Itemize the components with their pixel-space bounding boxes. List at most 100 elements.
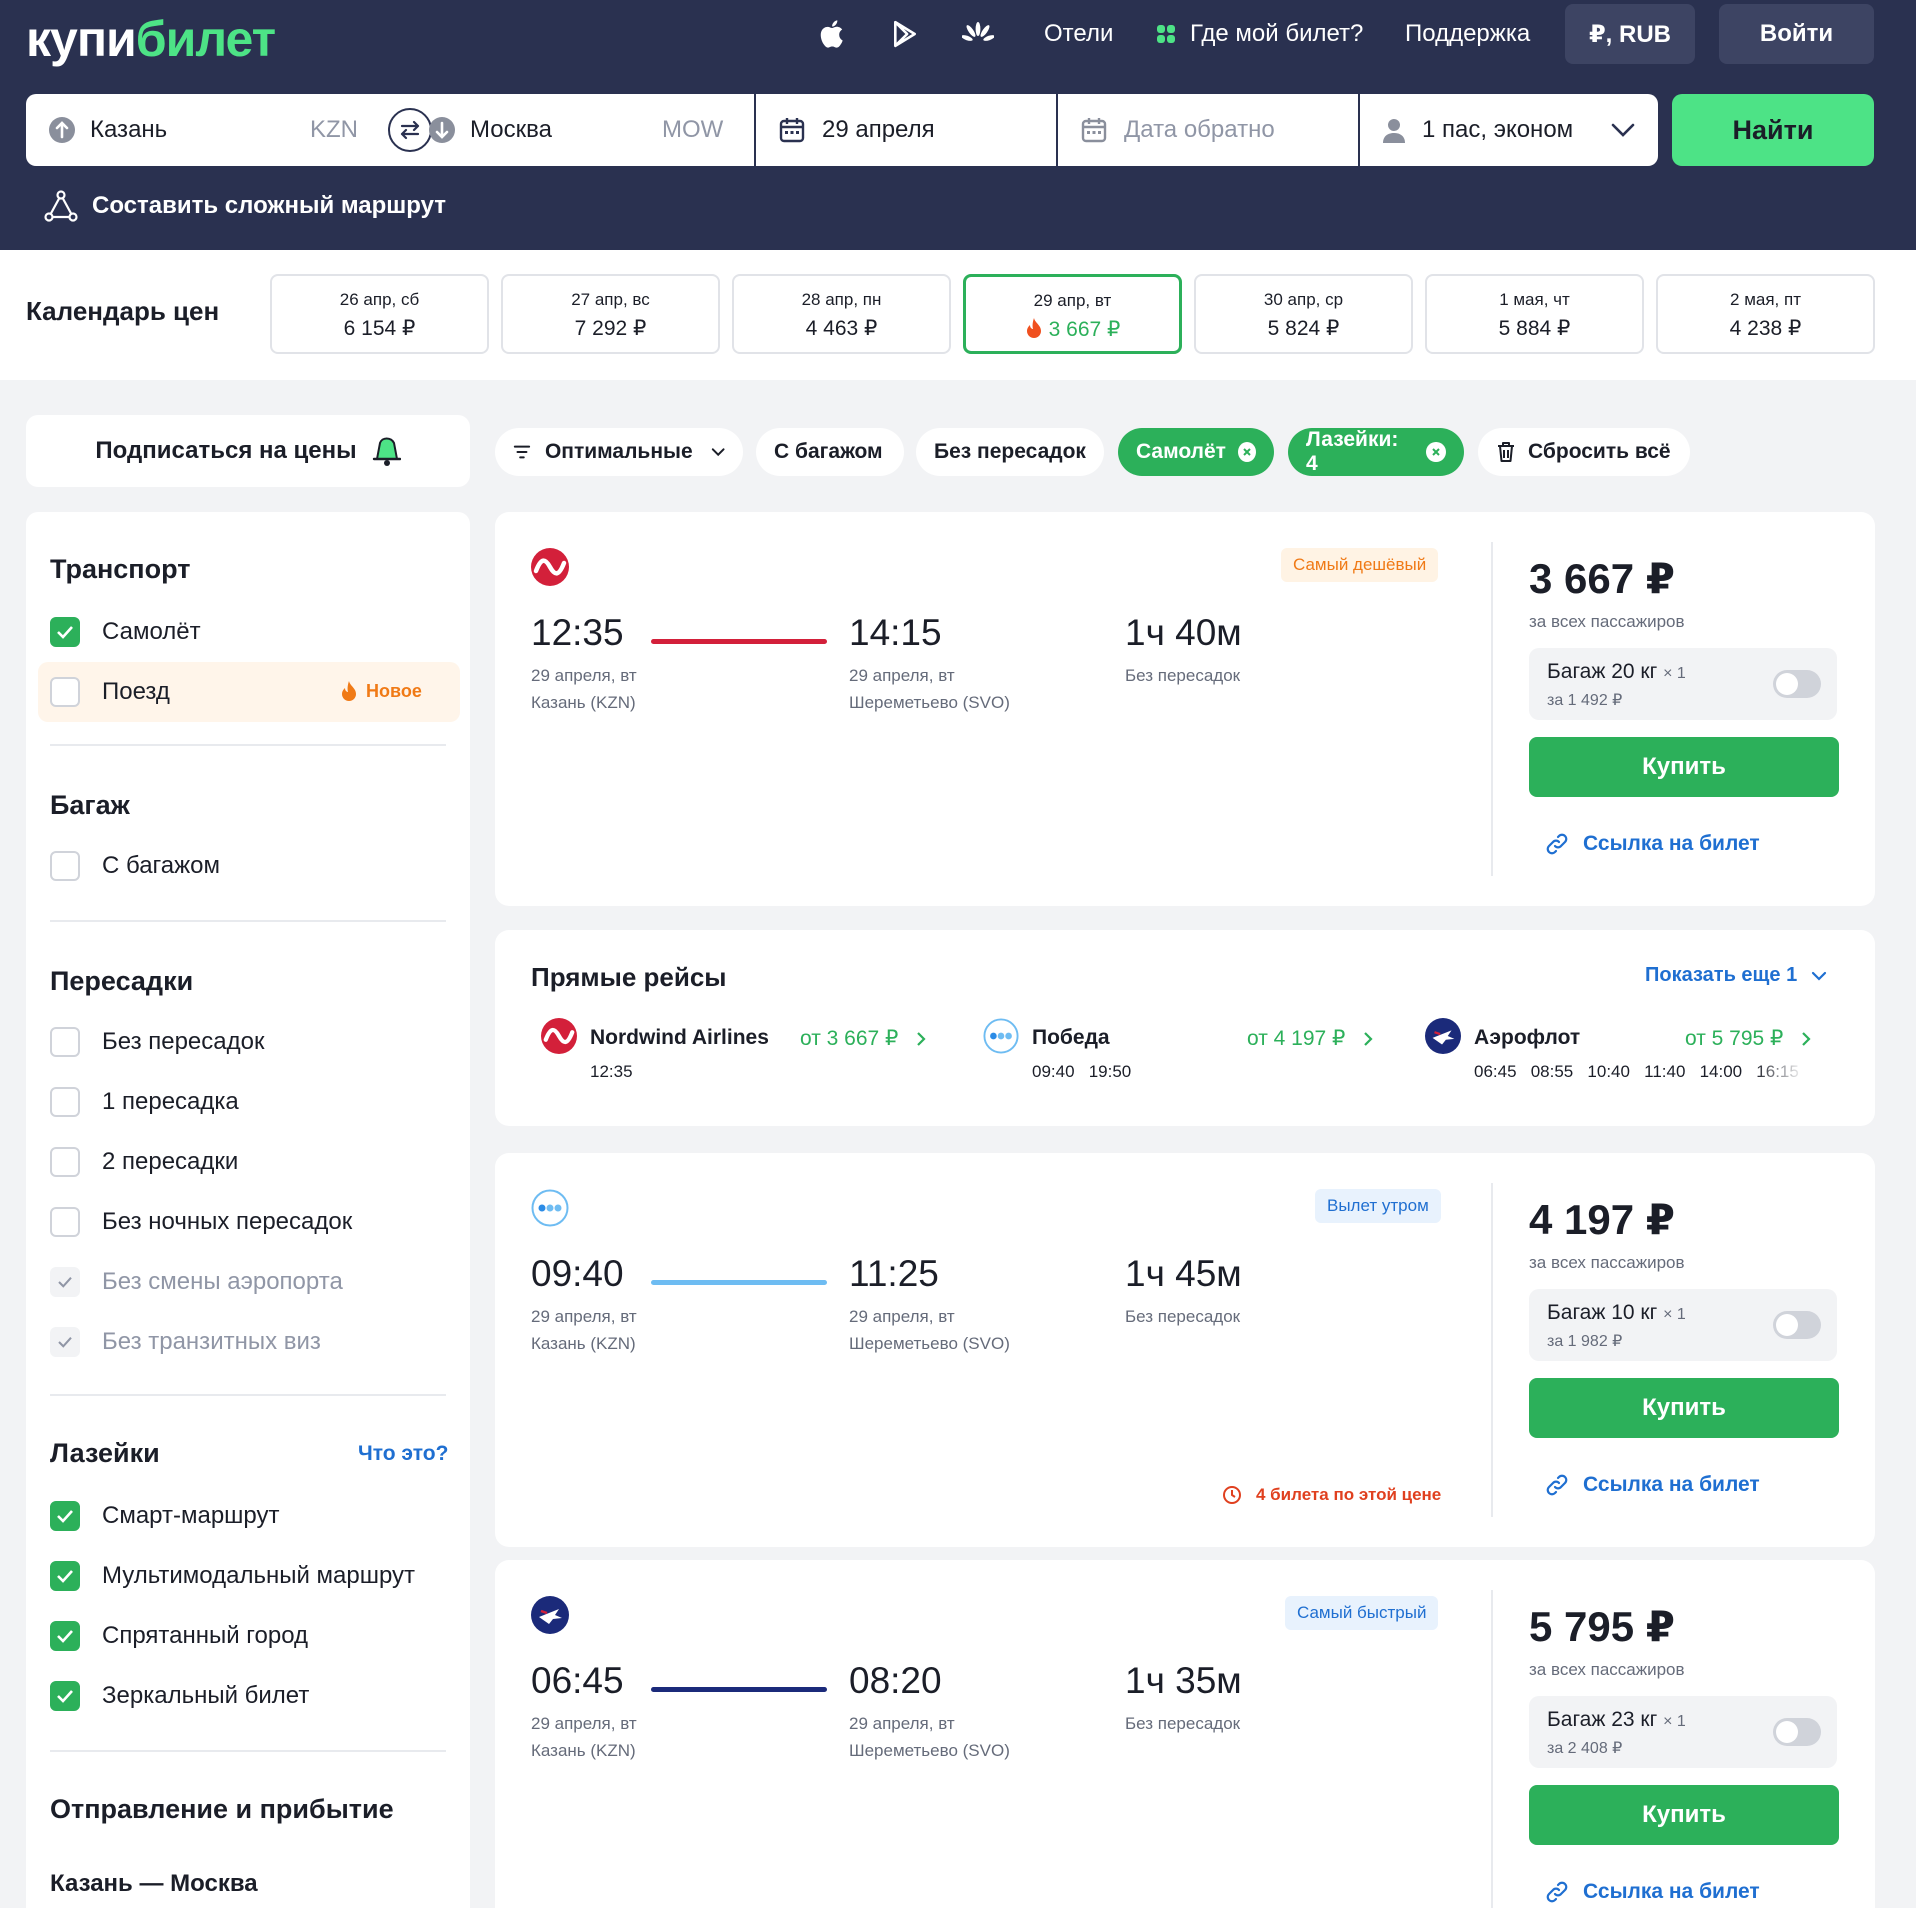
sort-select[interactable]: Оптимальные: [495, 428, 743, 476]
filter-multimodal-route[interactable]: Мультимодальный маршрут: [50, 1554, 415, 1598]
buy-button[interactable]: Купить: [1529, 1785, 1839, 1845]
logo[interactable]: купибилет: [26, 10, 276, 68]
passengers-select[interactable]: 1 пас, эконом: [1380, 94, 1635, 166]
huawei-appgallery-icon[interactable]: [962, 0, 994, 68]
ticket-link[interactable]: Ссылка на билет: [1545, 1473, 1760, 1497]
airline-times[interactable]: 12:35: [590, 1062, 633, 1082]
remove-chip-icon[interactable]: [1237, 442, 1256, 462]
top-header: купибилет Отели Где мой билет? Поддержка…: [0, 0, 1916, 250]
checkbox-checked-icon: [50, 1621, 80, 1651]
departure-time: 09:40: [531, 1253, 624, 1294]
swap-button[interactable]: [388, 108, 432, 152]
baggage-option[interactable]: Багаж 10 кг × 1 за 1 982 ₽: [1529, 1289, 1837, 1361]
calendar-icon: [1081, 118, 1107, 143]
calendar-day-1[interactable]: 27 апр, вс 7 292 ₽: [501, 274, 720, 354]
nav-where-my-ticket[interactable]: Где мой билет?: [1156, 0, 1363, 68]
filter-plane[interactable]: Самолёт: [50, 610, 201, 654]
buy-button[interactable]: Купить: [1529, 737, 1839, 797]
arrival-airport: Шереметьево (SVO): [849, 1741, 1010, 1760]
what-is-this-link[interactable]: Что это?: [358, 1442, 448, 1466]
calendar-day-6[interactable]: 2 мая, пт 4 238 ₽: [1656, 274, 1875, 354]
google-play-icon[interactable]: [892, 0, 918, 68]
filter-one-transfer[interactable]: 1 пересадка: [50, 1080, 239, 1124]
flight-duration: 1ч 45м: [1125, 1253, 1242, 1294]
chevron-down-icon: [1611, 123, 1635, 137]
from-field[interactable]: Казань: [48, 94, 167, 166]
filter-hidden-city[interactable]: Спрятанный город: [50, 1614, 308, 1658]
to-field[interactable]: Москва: [428, 94, 552, 166]
airline-times[interactable]: 06:45 08:55 10:40 11:40 14:00 16:15: [1474, 1062, 1804, 1082]
subscribe-prices-button[interactable]: Подписаться на цены: [26, 415, 470, 487]
baggage-option[interactable]: Багаж 20 кг × 1 за 1 492 ₽: [1529, 648, 1837, 720]
currency-button[interactable]: ₽, RUB: [1565, 4, 1695, 64]
baggage-option[interactable]: Багаж 23 кг × 1 за 2 408 ₽: [1529, 1696, 1837, 1768]
ticket-link[interactable]: Ссылка на билет: [1545, 1880, 1760, 1904]
price-calendar-title: Календарь цен: [26, 296, 220, 326]
calendar-day-3[interactable]: 29 апр, вт 3 667 ₽: [963, 274, 1182, 354]
baggage-toggle[interactable]: [1773, 1718, 1821, 1746]
ticket-icon: [1157, 25, 1175, 43]
filter-no-transfers[interactable]: Без пересадок: [50, 1020, 264, 1064]
departure-time: 12:35: [531, 612, 624, 653]
to-code: MOW: [662, 116, 724, 143]
trash-icon: [1498, 442, 1514, 462]
airline-price-link[interactable]: от 4 197 ₽: [1247, 1026, 1373, 1051]
nav-support[interactable]: Поддержка: [1405, 0, 1530, 68]
find-button[interactable]: Найти: [1672, 94, 1874, 166]
complex-route-link[interactable]: Составить сложный маршрут: [44, 190, 446, 222]
calendar-day-price: 5 824 ₽: [1267, 317, 1340, 340]
login-button[interactable]: Войти: [1719, 4, 1874, 64]
buy-button[interactable]: Купить: [1529, 1378, 1839, 1438]
baggage-toggle[interactable]: [1773, 1311, 1821, 1339]
flight-line: [651, 1280, 827, 1285]
calendar-day-5[interactable]: 1 мая, чт 5 884 ₽: [1425, 274, 1644, 354]
chip-plane[interactable]: Самолёт: [1118, 428, 1274, 476]
airline-times[interactable]: 09:40 19:50: [1032, 1062, 1131, 1082]
calendar-day-price: 6 154 ₽: [343, 317, 416, 340]
checkbox-icon: [50, 677, 80, 707]
calendar-day-price: 5 884 ₽: [1498, 317, 1571, 340]
clock-icon: [1223, 1486, 1241, 1504]
filter-mirror-ticket[interactable]: Зеркальный билет: [50, 1674, 309, 1718]
show-more-button[interactable]: Показать еще 1: [1645, 964, 1827, 987]
date-field[interactable]: 29 апреля: [778, 94, 935, 166]
filter-two-transfers[interactable]: 2 пересадки: [50, 1140, 238, 1184]
airline-price-link[interactable]: от 3 667 ₽: [800, 1026, 926, 1051]
calendar-day-price: 4 238 ₽: [1729, 317, 1802, 340]
pobeda-logo-icon: [983, 1018, 1019, 1054]
baggage-toggle[interactable]: [1773, 670, 1821, 698]
chip-with-baggage[interactable]: С багажом: [756, 428, 904, 476]
nordwind-logo-icon: [531, 548, 569, 586]
nordwind-logo-icon: [541, 1018, 577, 1054]
direct-flights-title: Прямые рейсы: [531, 962, 727, 992]
calendar-day-4[interactable]: 30 апр, ср 5 824 ₽: [1194, 274, 1413, 354]
calendar-day-2[interactable]: 28 апр, пн 4 463 ₽: [732, 274, 951, 354]
chevron-down-icon: [1812, 971, 1827, 981]
reset-all-button[interactable]: Сбросить всё: [1478, 428, 1690, 476]
filter-train[interactable]: Поезд: [50, 670, 170, 714]
nav-hotels[interactable]: Отели: [1044, 0, 1113, 68]
remove-chip-icon[interactable]: [1426, 442, 1446, 462]
flight-duration: 1ч 35м: [1125, 1660, 1242, 1701]
airline-price-link[interactable]: от 5 795 ₽: [1685, 1026, 1811, 1051]
ticket-link[interactable]: Ссылка на билет: [1545, 832, 1760, 856]
few-tickets-warning: 4 билета по этой цене: [1222, 1485, 1441, 1505]
filter-with-baggage[interactable]: С багажом: [50, 844, 220, 888]
filter-no-airport-change: Без смены аэропорта: [50, 1260, 343, 1304]
apple-app-icon[interactable]: [820, 0, 848, 68]
arrival-airport: Шереметьево (SVO): [849, 1334, 1010, 1353]
chip-loopholes[interactable]: Лазейки: 4: [1288, 428, 1464, 476]
filter-smart-route[interactable]: Смарт-маршрут: [50, 1494, 280, 1538]
calendar-day-0[interactable]: 26 апр, сб 6 154 ₽: [270, 274, 489, 354]
ticket-price: 4 197 ₽: [1529, 1196, 1675, 1243]
flight-stops: Без пересадок: [1125, 666, 1241, 685]
arrival-date: 29 апреля, вт: [849, 1714, 955, 1733]
chip-direct[interactable]: Без пересадок: [916, 428, 1104, 476]
badge-morning: Вылет утром: [1315, 1189, 1441, 1223]
chevron-down-icon: [711, 448, 725, 457]
filter-no-night-transfers[interactable]: Без ночных пересадок: [50, 1200, 352, 1244]
ticket-price: 3 667 ₽: [1529, 555, 1675, 602]
return-date-field[interactable]: Дата обратно: [1080, 94, 1275, 166]
filter-transfers-title: Пересадки: [50, 966, 194, 996]
checkbox-icon: [50, 1087, 80, 1117]
